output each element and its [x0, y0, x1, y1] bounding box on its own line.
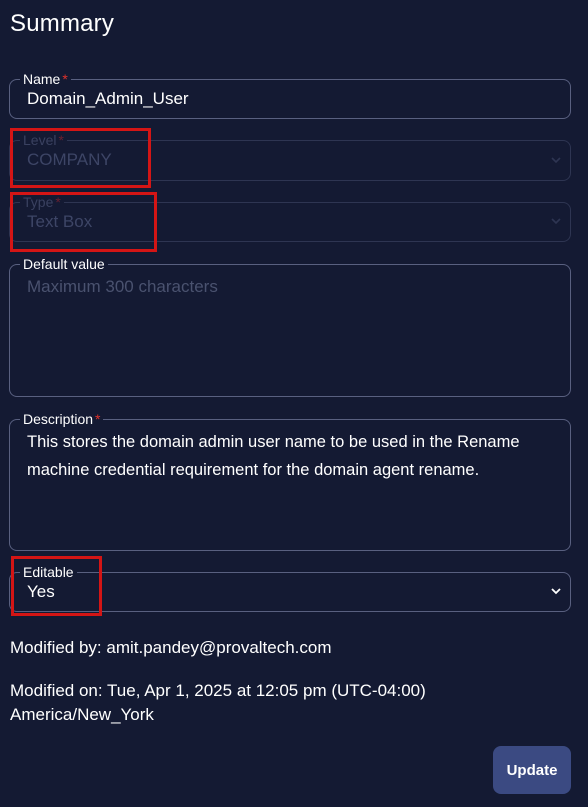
- chevron-down-icon[interactable]: [550, 585, 562, 597]
- default-value-placeholder: Maximum 300 characters: [27, 277, 218, 296]
- description-field[interactable]: Description * This stores the domain admi…: [9, 411, 571, 551]
- modified-by: Modified by: amit.pandey@provaltech.com: [10, 638, 332, 657]
- description-label: Description *: [20, 411, 104, 427]
- required-marker: *: [95, 411, 101, 427]
- default-value-label: Default value: [20, 256, 108, 272]
- name-field[interactable]: Name * Domain_Admin_User: [9, 71, 571, 119]
- modified-on-timezone: America/New_York: [10, 705, 154, 724]
- name-label: Name *: [20, 71, 71, 87]
- default-value-field[interactable]: Default value Maximum 300 characters: [9, 256, 571, 397]
- editable-select[interactable]: Editable Yes: [9, 564, 571, 612]
- required-marker: *: [62, 71, 68, 87]
- update-button[interactable]: Update: [493, 746, 571, 794]
- editable-label: Editable: [20, 564, 77, 580]
- level-label: Level *: [20, 132, 67, 148]
- page-title: Summary: [10, 10, 115, 37]
- description-input[interactable]: This stores the domain admin user name t…: [27, 428, 540, 484]
- type-label: Type *: [20, 194, 64, 210]
- chevron-down-icon: [550, 215, 562, 227]
- level-value: COMPANY: [27, 150, 112, 169]
- name-input[interactable]: Domain_Admin_User: [27, 89, 189, 109]
- type-value: Text Box: [27, 212, 93, 231]
- modified-on: Modified on: Tue, Apr 1, 2025 at 12:05 p…: [10, 681, 426, 700]
- chevron-down-icon: [550, 154, 562, 166]
- level-select: Level * COMPANY: [9, 132, 571, 181]
- required-marker: *: [55, 194, 61, 210]
- required-marker: *: [58, 132, 64, 148]
- editable-value: Yes: [27, 582, 55, 601]
- type-select: Type * Text Box: [9, 194, 571, 242]
